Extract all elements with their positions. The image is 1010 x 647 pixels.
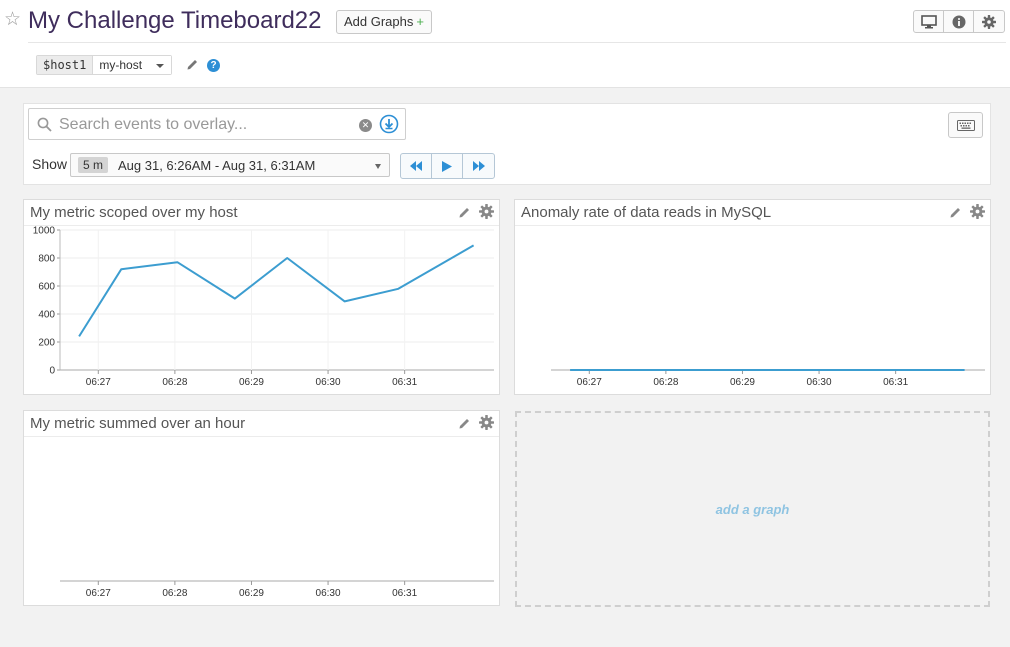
time-forward-button[interactable] xyxy=(463,154,494,178)
time-navigation xyxy=(400,153,495,179)
time-play-button[interactable] xyxy=(432,154,463,178)
caret-down-icon xyxy=(156,64,165,68)
x-tick-label: 06:28 xyxy=(162,377,187,388)
play-icon xyxy=(442,160,452,172)
show-label: Show xyxy=(32,156,68,172)
x-tick-label: 06:30 xyxy=(316,588,341,599)
keyboard-icon xyxy=(956,119,975,131)
x-tick-label: 06:30 xyxy=(316,377,341,388)
widget-metric-scoped: My metric scoped over my host 0 200 400 600… xyxy=(23,199,500,395)
search-box: ✕ xyxy=(28,108,406,140)
timeframe-span-badge: 5 m xyxy=(78,157,109,173)
series-line xyxy=(78,244,475,337)
fast-forward-icon xyxy=(472,161,485,171)
y-tick-label: 800 xyxy=(38,254,55,265)
clear-search-icon[interactable]: ✕ xyxy=(359,119,372,132)
x-tick-label: 06:31 xyxy=(883,377,908,388)
caret-down-icon xyxy=(375,164,381,169)
widget-title: My metric scoped over my host xyxy=(30,204,238,221)
tv-mode-button[interactable] xyxy=(914,11,944,32)
template-variable-name: $host1 xyxy=(37,56,94,74)
x-tick-label: 06:31 xyxy=(392,588,417,599)
x-tick-label: 06:28 xyxy=(653,377,678,388)
add-graphs-label: Add Graphs xyxy=(344,14,414,29)
pencil-icon[interactable] xyxy=(186,58,199,71)
x-tick-label: 06:27 xyxy=(86,377,111,388)
rewind-icon xyxy=(410,161,422,171)
x-tick-label: 06:29 xyxy=(239,377,264,388)
x-tick-label: 06:29 xyxy=(239,588,264,599)
dashboard-actions xyxy=(913,10,1005,33)
y-tick-label: 600 xyxy=(38,282,55,293)
add-graph-label: add a graph xyxy=(715,501,790,517)
header-divider xyxy=(28,42,1006,43)
y-tick-label: 0 xyxy=(49,366,55,377)
monitor-icon xyxy=(920,14,937,28)
widget-anomaly-rate: Anomaly rate of data reads in MySQL 06:2… xyxy=(514,199,991,395)
widget-gear-icon[interactable] xyxy=(479,204,494,219)
add-graphs-button[interactable]: Add Graphs + xyxy=(336,10,432,34)
y-tick-label: 1000 xyxy=(33,226,56,237)
dashboard-header: ☆ My Challenge Timeboard22 Add Graphs+ xyxy=(0,0,1010,88)
settings-button[interactable] xyxy=(974,11,1004,32)
plus-icon: + xyxy=(416,14,424,29)
help-icon[interactable]: ? xyxy=(207,59,220,72)
x-tick-label: 06:31 xyxy=(392,377,417,388)
page-title: My Challenge Timeboard22 xyxy=(28,7,322,34)
edit-pencil-icon[interactable] xyxy=(458,417,471,430)
time-back-button[interactable] xyxy=(401,154,432,178)
x-tick-label: 06:27 xyxy=(577,377,602,388)
y-tick-label: 200 xyxy=(38,338,55,349)
event-controls: ✕ Show 5 m Aug 31, 6:26AM - Aug 31, 6:31… xyxy=(23,103,991,185)
template-variable: $host1 my-host xyxy=(36,55,173,75)
timeframe-range: Aug 31, 6:26AM - Aug 31, 6:31AM xyxy=(118,158,316,173)
widget-metric-summed: My metric summed over an hour 06:27 06:28… xyxy=(23,410,500,606)
widget-title: My metric summed over an hour xyxy=(30,415,246,432)
add-graph-placeholder[interactable]: add a graph xyxy=(515,411,990,607)
widget-title: Anomaly rate of data reads in MySQL xyxy=(521,204,772,221)
widget-gear-icon[interactable] xyxy=(479,415,494,430)
anomaly-rate-chart: 06:27 06:28 06:29 06:30 06:31 xyxy=(551,369,985,388)
gear-icon xyxy=(982,14,996,29)
edit-pencil-icon[interactable] xyxy=(949,206,962,219)
x-tick-label: 06:29 xyxy=(730,377,755,388)
search-icon xyxy=(37,117,52,132)
template-variable-select[interactable]: my-host xyxy=(93,56,172,74)
info-icon xyxy=(952,15,965,28)
metric-scoped-chart: 0 200 400 600 800 1000 06:27 06:28 06:29 06:30 06:… xyxy=(33,226,494,388)
y-tick-label: 400 xyxy=(38,310,55,321)
info-button[interactable] xyxy=(944,11,974,32)
template-variable-value: my-host xyxy=(99,58,143,72)
x-tick-label: 06:28 xyxy=(162,588,187,599)
star-icon[interactable]: ☆ xyxy=(4,9,21,31)
timeframe-select[interactable]: 5 m Aug 31, 6:26AM - Aug 31, 6:31AM xyxy=(70,153,390,177)
overlay-download-icon[interactable] xyxy=(379,114,399,134)
widget-gear-icon[interactable] xyxy=(970,204,985,219)
x-tick-label: 06:30 xyxy=(807,377,832,388)
x-tick-label: 06:27 xyxy=(86,588,111,599)
keyboard-shortcuts-button[interactable] xyxy=(948,112,983,138)
search-input[interactable] xyxy=(59,114,349,136)
metric-summed-chart: 06:27 06:28 06:29 06:30 06:31 xyxy=(60,580,494,599)
edit-pencil-icon[interactable] xyxy=(458,206,471,219)
